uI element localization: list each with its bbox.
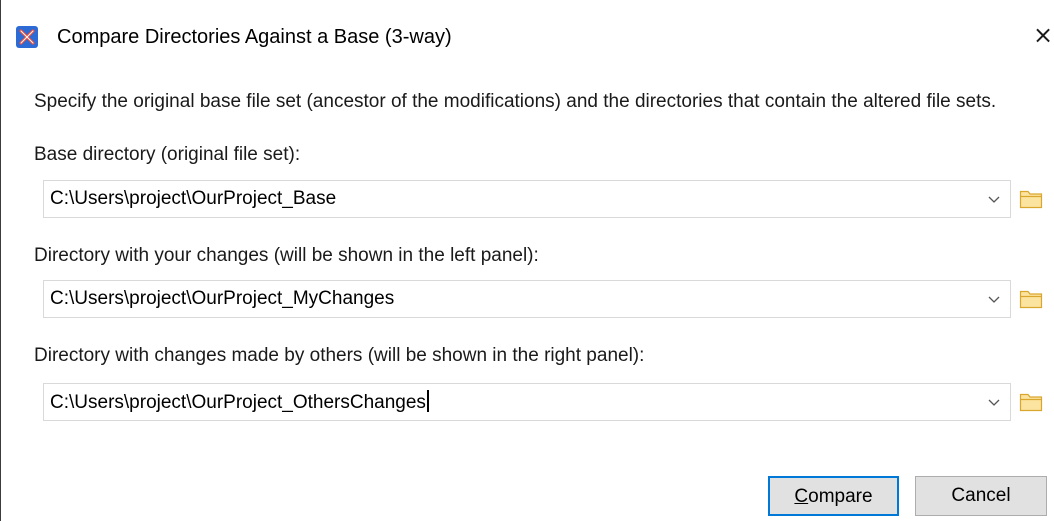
others-changes-combobox[interactable]: C:\Users\project\OurProject_OthersChange… (43, 383, 1011, 421)
base-directory-label: Base directory (original file set): (34, 144, 301, 165)
compare-button[interactable]: Compare (768, 476, 899, 516)
others-changes-value: C:\Users\project\OurProject_OthersChange… (50, 392, 426, 413)
compare-mnemonic: C (794, 486, 809, 507)
app-logo-icon (16, 26, 38, 48)
title-bar: Compare Directories Against a Base (3-wa… (1, 0, 1054, 64)
base-directory-combobox[interactable]: C:\Users\project\OurProject_Base (43, 180, 1011, 218)
chevron-down-icon[interactable] (984, 392, 1004, 412)
close-icon[interactable]: × (1033, 20, 1054, 50)
folder-icon[interactable] (1019, 391, 1043, 413)
chevron-down-icon[interactable] (984, 289, 1004, 309)
instructions-text: Specify the original base file set (ance… (34, 91, 997, 112)
text-caret (426, 390, 429, 412)
compare-label: ompare (808, 486, 873, 507)
others-changes-input[interactable]: C:\Users\project\OurProject_OthersChange… (50, 390, 429, 415)
base-directory-input[interactable]: C:\Users\project\OurProject_Base (50, 187, 336, 211)
folder-icon[interactable] (1019, 188, 1043, 210)
others-changes-label: Directory with changes made by others (w… (34, 345, 645, 366)
my-changes-label: Directory with your changes (will be sho… (34, 245, 539, 266)
my-changes-input[interactable]: C:\Users\project\OurProject_MyChanges (50, 287, 394, 311)
compare-directories-dialog: Compare Directories Against a Base (3-wa… (0, 0, 1054, 521)
cancel-button[interactable]: Cancel (915, 476, 1047, 516)
my-changes-combobox[interactable]: C:\Users\project\OurProject_MyChanges (43, 280, 1011, 318)
chevron-down-icon[interactable] (984, 189, 1004, 209)
folder-icon[interactable] (1019, 288, 1043, 310)
dialog-title: Compare Directories Against a Base (3-wa… (57, 26, 452, 48)
